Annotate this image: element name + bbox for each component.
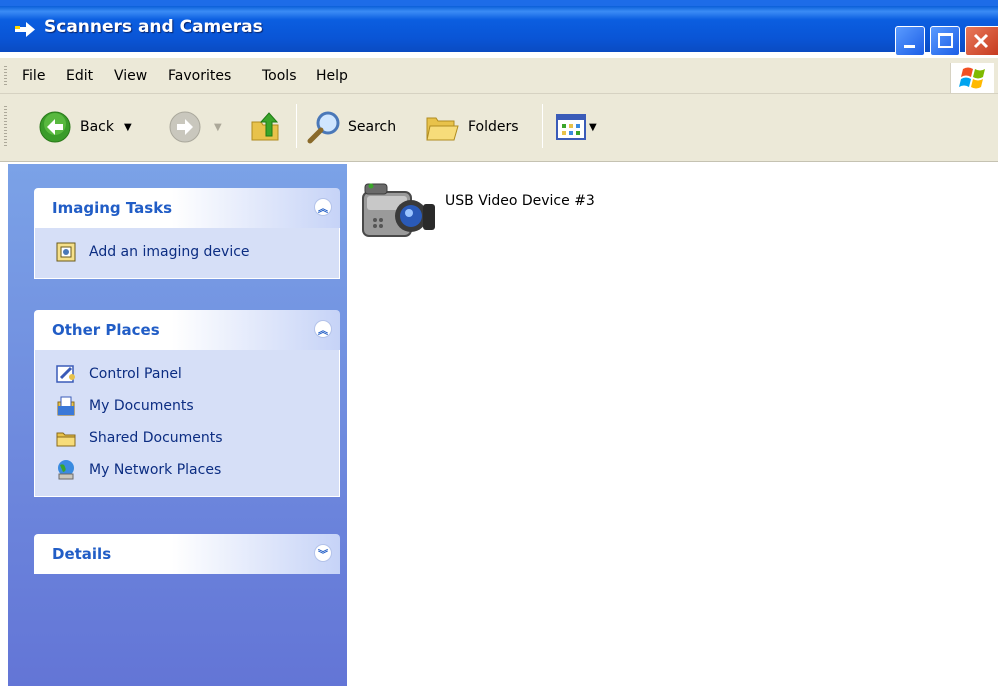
- collapse-icon[interactable]: ︽: [314, 198, 332, 216]
- control-panel-icon: [56, 365, 75, 383]
- collapse-icon[interactable]: ︽: [314, 320, 332, 338]
- imaging-tasks-header[interactable]: Imaging Tasks ︽: [34, 188, 340, 228]
- other-places-title: Other Places: [52, 321, 160, 339]
- my-documents-icon: [57, 396, 75, 416]
- windows-logo: [950, 63, 994, 93]
- title-bar[interactable]: Scanners and Cameras: [0, 0, 998, 56]
- expand-icon[interactable]: ︾: [314, 544, 332, 562]
- details-title: Details: [52, 545, 112, 563]
- imaging-tasks-body: Add an imaging device: [34, 228, 340, 279]
- shared-folder-icon: [56, 432, 76, 447]
- folders-icon: [426, 117, 459, 141]
- forward-arrow-icon: [169, 111, 201, 143]
- views-dropdown-arrow-icon[interactable]: ▼: [589, 122, 597, 133]
- search-button[interactable]: Search: [306, 110, 396, 144]
- close-icon: [973, 33, 989, 49]
- menu-help[interactable]: Help: [316, 68, 348, 84]
- usb-video-device-item[interactable]: USB Video Device #3: [359, 178, 595, 244]
- my-documents-label: My Documents: [89, 398, 194, 414]
- menu-tools[interactable]: Tools: [262, 68, 297, 84]
- add-device-icon: [56, 242, 76, 262]
- shared-documents-label: Shared Documents: [89, 430, 223, 446]
- my-network-places-label: My Network Places: [89, 462, 222, 478]
- control-panel-link[interactable]: Control Panel: [35, 358, 339, 390]
- maximize-button[interactable]: [930, 26, 960, 56]
- views-icon: [556, 114, 586, 140]
- forward-button[interactable]: ▼: [168, 110, 222, 144]
- close-button[interactable]: [965, 26, 998, 56]
- folder-up-icon: [251, 112, 279, 141]
- search-icon: [307, 111, 340, 144]
- menu-grip[interactable]: [4, 66, 7, 86]
- my-documents-link[interactable]: My Documents: [35, 390, 339, 422]
- back-button[interactable]: Back ▼: [38, 110, 132, 144]
- menu-favorites[interactable]: Favorites: [168, 68, 231, 84]
- folders-label: Folders: [468, 119, 519, 135]
- task-pane: Imaging Tasks ︽ Add an imaging device Ot…: [8, 164, 347, 686]
- file-list-area[interactable]: USB Video Device #3: [347, 164, 998, 686]
- minimize-button[interactable]: [895, 26, 925, 56]
- other-places-panel: Other Places ︽ Control Panel My Document…: [34, 310, 340, 497]
- back-dropdown-arrow-icon[interactable]: ▼: [124, 122, 132, 133]
- search-label: Search: [348, 119, 397, 135]
- other-places-header[interactable]: Other Places ︽: [34, 310, 340, 350]
- usb-video-device-label: USB Video Device #3: [445, 193, 595, 209]
- folders-button[interactable]: Folders: [424, 110, 519, 144]
- menu-file[interactable]: File: [22, 68, 45, 84]
- menu-view[interactable]: View: [114, 68, 147, 84]
- toolbar-grip[interactable]: [4, 106, 7, 146]
- details-panel: Details ︾: [34, 534, 340, 574]
- standard-toolbar: Back ▼ ▼ Search Folders ▼: [0, 94, 998, 162]
- my-network-places-link[interactable]: My Network Places: [35, 454, 339, 486]
- back-label: Back: [80, 119, 114, 135]
- windows-flag-icon: [959, 67, 985, 89]
- imaging-tasks-panel: Imaging Tasks ︽ Add an imaging device: [34, 188, 340, 279]
- add-imaging-device-label: Add an imaging device: [89, 244, 250, 260]
- other-places-body: Control Panel My Documents Shared Docume…: [34, 350, 340, 497]
- details-header[interactable]: Details ︾: [34, 534, 340, 574]
- forward-dropdown-arrow-icon[interactable]: ▼: [214, 122, 222, 133]
- views-button[interactable]: ▼: [556, 110, 597, 144]
- up-button[interactable]: [248, 110, 282, 144]
- shared-documents-link[interactable]: Shared Documents: [35, 422, 339, 454]
- menu-bar: File Edit View Favorites Tools Help: [0, 58, 998, 94]
- add-imaging-device-link[interactable]: Add an imaging device: [35, 236, 339, 268]
- network-places-icon: [58, 460, 74, 480]
- camcorder-icon: [362, 183, 435, 237]
- menu-edit[interactable]: Edit: [66, 68, 93, 84]
- back-arrow-icon: [39, 111, 71, 143]
- imaging-tasks-title: Imaging Tasks: [52, 199, 173, 217]
- control-panel-label: Control Panel: [89, 366, 182, 382]
- window-title: Scanners and Cameras: [44, 17, 263, 37]
- scanner-camera-app-icon: [15, 22, 35, 37]
